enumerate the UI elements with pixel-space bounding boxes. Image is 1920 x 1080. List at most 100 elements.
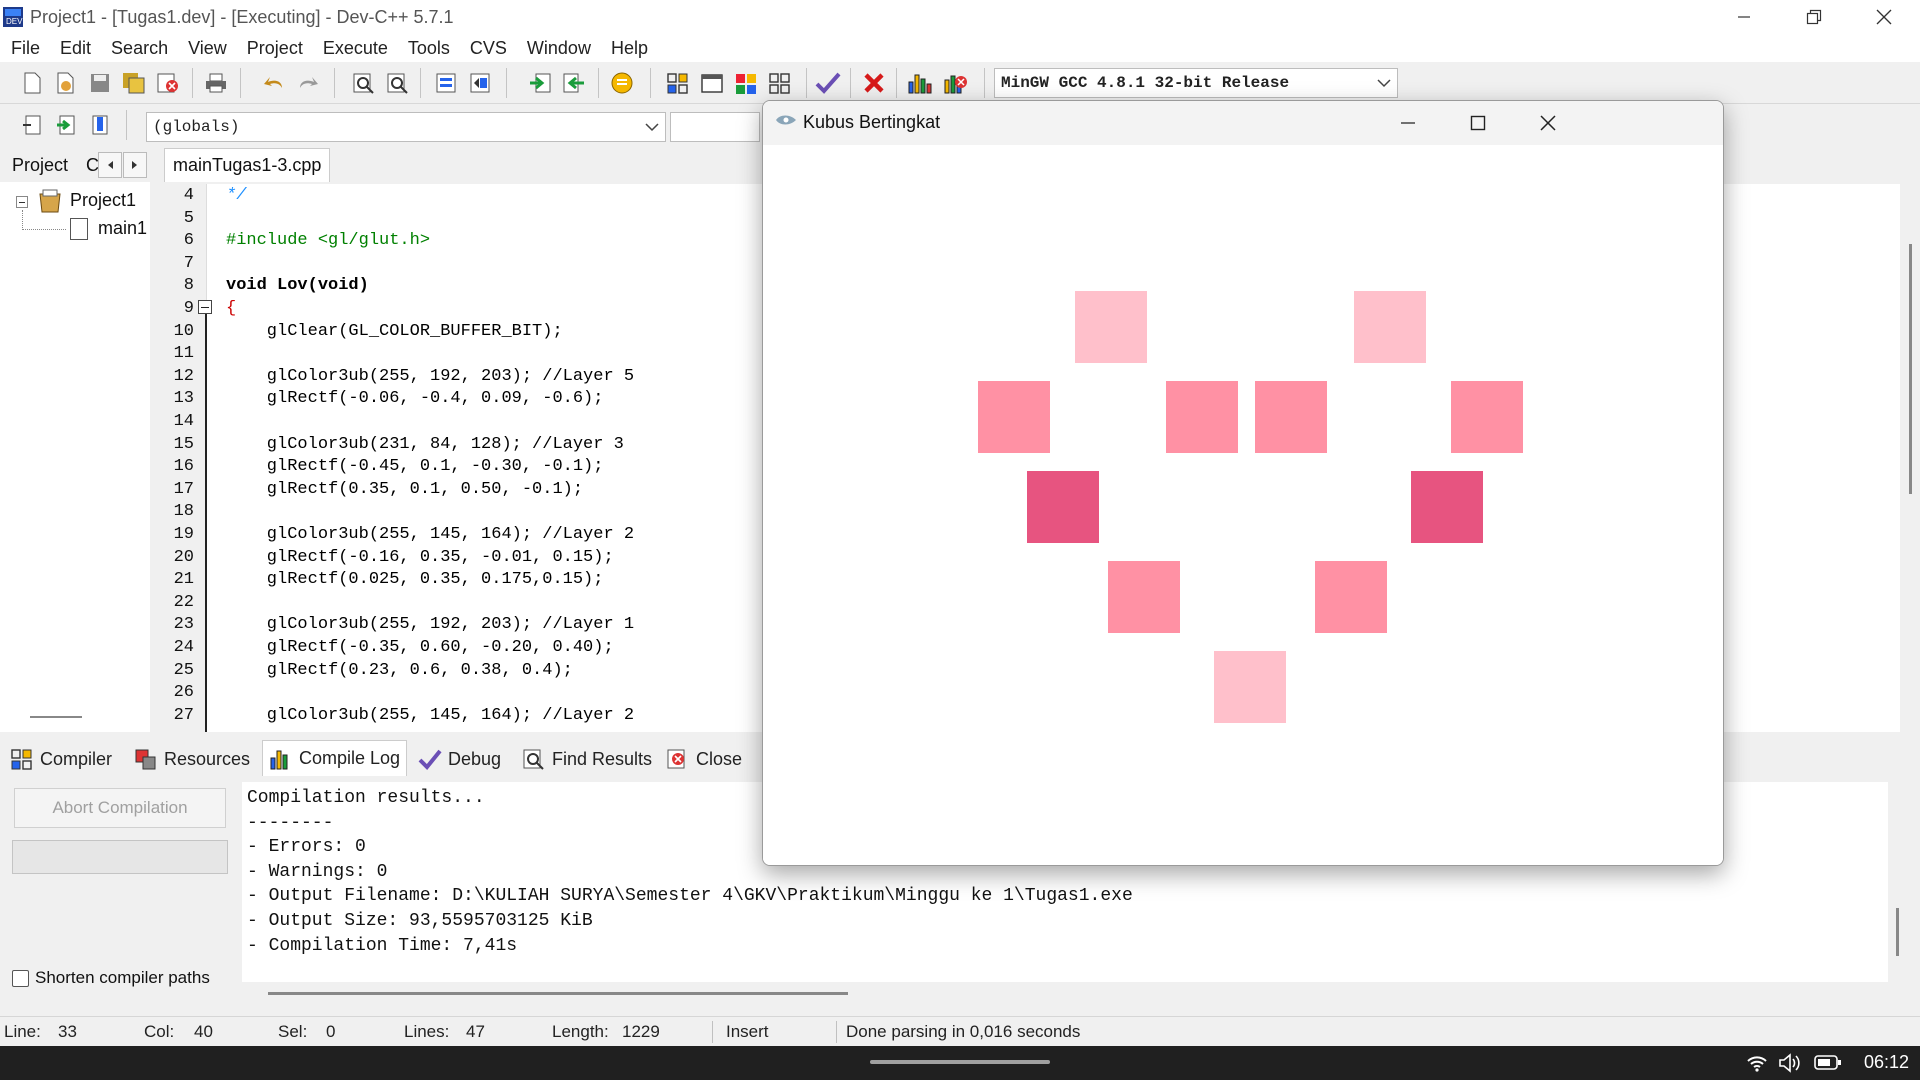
find-button[interactable] — [350, 70, 378, 96]
unindent-button[interactable] — [466, 70, 494, 96]
print-button[interactable] — [202, 70, 230, 96]
rebuild-button[interactable] — [766, 70, 794, 96]
tab-resources-label: Resources — [164, 748, 251, 769]
collapse-toggle[interactable] — [16, 196, 28, 208]
replace-icon — [387, 73, 408, 94]
log-vertical-scrollbar[interactable] — [1896, 908, 1899, 956]
wifi-icon[interactable] — [1746, 1054, 1768, 1072]
abort-compilation-button[interactable]: Abort Compilation — [14, 788, 226, 828]
replace-button[interactable] — [384, 70, 412, 96]
menu-project[interactable]: Project — [236, 38, 312, 59]
shorten-paths-checkbox[interactable] — [12, 969, 29, 987]
menu-cvs[interactable]: CVS — [459, 38, 516, 59]
open-file-button[interactable] — [52, 70, 80, 96]
cube-layer2-outer-left — [978, 381, 1050, 453]
project-tree: Project1 main1 — [0, 184, 150, 724]
tree-project-label[interactable]: Project1 — [70, 190, 136, 211]
restore-button[interactable] — [1780, 0, 1848, 34]
tree-file-label[interactable]: main1 — [98, 218, 147, 239]
chevron-down-icon — [645, 123, 659, 132]
save-button[interactable] — [86, 70, 114, 96]
volume-icon[interactable] — [1778, 1053, 1802, 1073]
cube-layer3-left — [1027, 471, 1099, 543]
syntax-check-button[interactable] — [814, 70, 842, 96]
tab-scroll-left-button[interactable] — [98, 152, 122, 178]
line-number: 19 — [173, 525, 194, 544]
unindent-icon — [470, 73, 490, 93]
opengl-window[interactable]: Kubus Bertingkat — [762, 100, 1724, 866]
cube-layer2-inner-right — [1255, 381, 1327, 453]
new-file-icon — [24, 72, 41, 94]
save-all-button[interactable] — [120, 70, 148, 96]
status-length-label: Length: — [552, 1022, 609, 1041]
opengl-window-titlebar[interactable]: Kubus Bertingkat — [763, 101, 1723, 145]
menu-window[interactable]: Window — [516, 38, 600, 59]
menu-execute[interactable]: Execute — [312, 38, 397, 59]
undo-button[interactable] — [260, 70, 288, 96]
log-horizontal-scrollbar[interactable] — [268, 992, 848, 995]
menu-search[interactable]: Search — [100, 38, 177, 59]
opengl-window-title: Kubus Bertingkat — [803, 112, 941, 132]
compile-run-button[interactable] — [732, 70, 760, 96]
tab-resources[interactable]: Resources — [134, 744, 250, 774]
tab-project[interactable]: Project — [12, 155, 68, 176]
line-number: 14 — [173, 412, 194, 431]
minimize-button[interactable] — [1710, 0, 1778, 34]
editor-scrollbar-thumb[interactable] — [1909, 244, 1912, 494]
tab-compiler[interactable]: Compiler — [10, 744, 112, 774]
status-message: Done parsing in 0,016 seconds — [846, 1022, 1081, 1041]
taskbar-clock[interactable]: 06:12 — [1864, 1052, 1909, 1073]
tab-scroll-right-button[interactable] — [123, 152, 147, 178]
redo-button[interactable] — [294, 70, 322, 96]
menu-tools[interactable]: Tools — [397, 38, 459, 59]
gl-maximize-button[interactable] — [1443, 101, 1513, 145]
toggle-button[interactable] — [52, 112, 80, 138]
bookmark-button[interactable] — [608, 70, 636, 96]
tab-close[interactable]: Close — [666, 744, 742, 774]
svg-text:DEV: DEV — [6, 17, 23, 26]
menu-view[interactable]: View — [177, 38, 236, 59]
stop-execution-button[interactable] — [860, 70, 888, 96]
log-line: - Output Size: 93,5595703125 KiB — [247, 911, 593, 931]
gl-close-button[interactable] — [1513, 101, 1583, 145]
menu-file[interactable]: File — [0, 38, 49, 59]
line-number: 16 — [173, 457, 194, 477]
indent-button[interactable] — [432, 70, 460, 96]
menu-edit[interactable]: Edit — [49, 38, 100, 59]
line-number: 24 — [173, 638, 194, 657]
go-forward-button[interactable] — [526, 70, 554, 96]
gl-minimize-button[interactable] — [1373, 101, 1443, 145]
status-length-value: 1229 — [622, 1022, 660, 1041]
opengl-canvas[interactable] — [763, 145, 1723, 865]
tab-find-results[interactable]: Find Results — [522, 744, 652, 774]
minimize-icon — [1738, 16, 1750, 18]
code-line: glColor3ub(255, 192, 203); //Layer 1 — [226, 615, 635, 635]
fold-toggle[interactable] — [198, 300, 212, 314]
scope-select[interactable]: (globals) — [146, 112, 666, 142]
shorten-paths-option[interactable]: Shorten compiler paths — [12, 968, 210, 988]
function-select[interactable] — [670, 112, 760, 142]
battery-icon[interactable] — [1814, 1054, 1842, 1072]
editor-scrollbar[interactable] — [1900, 184, 1920, 732]
menu-help[interactable]: Help — [600, 38, 657, 59]
run-button[interactable] — [698, 70, 726, 96]
profile-button[interactable] — [906, 70, 934, 96]
close-file-button[interactable] — [154, 70, 182, 96]
editor-tab-active[interactable]: mainTugas1-3.cpp — [164, 148, 331, 182]
compile-run-icon — [736, 74, 756, 94]
go-back-button[interactable] — [560, 70, 588, 96]
status-line-value: 33 — [58, 1022, 77, 1041]
horizontal-scrollbar[interactable] — [30, 716, 82, 718]
code-line: glRectf(-0.06, -0.4, 0.09, -0.6); — [226, 389, 604, 409]
close-button[interactable] — [1850, 0, 1918, 34]
bar-chart-icon — [908, 74, 932, 94]
tab-debug[interactable]: Debug — [418, 744, 501, 774]
new-file-button[interactable] — [18, 70, 46, 96]
compiler-select[interactable]: MinGW GCC 4.8.1 32-bit Release — [994, 68, 1398, 98]
tab-compile-log[interactable]: Compile Log — [262, 740, 408, 776]
home-indicator[interactable] — [870, 1060, 1050, 1064]
goto-button[interactable] — [86, 112, 114, 138]
compile-button[interactable] — [664, 70, 692, 96]
insert-button[interactable] — [18, 112, 46, 138]
delete-profile-button[interactable] — [942, 70, 970, 96]
